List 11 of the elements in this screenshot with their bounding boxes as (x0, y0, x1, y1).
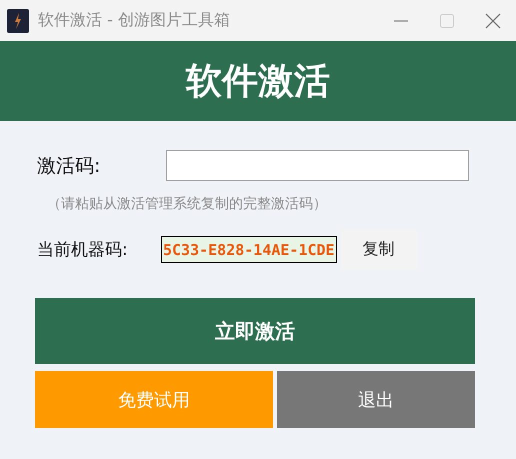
activation-code-field[interactable] (166, 150, 469, 181)
window-title: 软件激活 - 创游图片工具箱 (38, 10, 231, 31)
app-icon (7, 8, 29, 32)
copy-button[interactable]: 复制 (340, 229, 417, 270)
activation-code-label: 激活码: (36, 154, 102, 178)
activate-button[interactable]: 立即激活 (35, 298, 475, 364)
exit-button[interactable]: 退出 (277, 371, 475, 428)
machine-code-label: 当前机器码: (36, 239, 129, 261)
machine-code-value: 5C33-E828-14AE-1CDE (161, 236, 337, 263)
header-title: 软件激活 (186, 60, 330, 104)
activation-code-hint: （请粘贴从激活管理系统复制的完整激活码） (47, 195, 328, 213)
